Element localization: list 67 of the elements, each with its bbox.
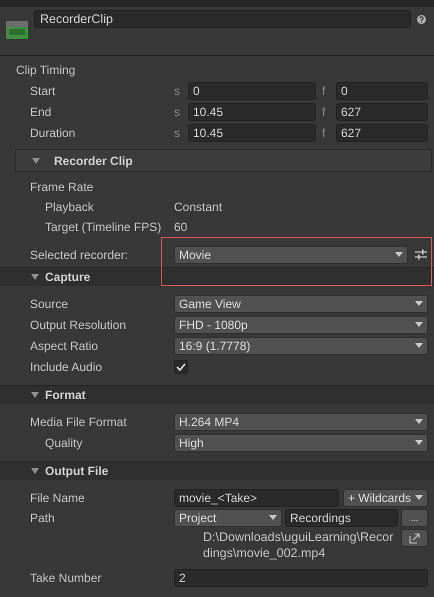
unit-label: s [174, 104, 181, 120]
field-label: Media File Format [30, 414, 128, 430]
frames-field[interactable]: 627 [336, 102, 428, 120]
dropdown-arrow-icon [415, 418, 423, 424]
unit-label: s [174, 82, 181, 100]
field-label: Aspect Ratio [30, 338, 100, 354]
dropdown[interactable]: 16:9 (1.7778) [174, 336, 428, 354]
frames-field[interactable]: 0 [336, 82, 428, 100]
field-label: Duration [30, 124, 76, 142]
dropdown[interactable]: High [174, 434, 428, 452]
field-label: Target (Timeline FPS) [44, 219, 162, 236]
field-label: Include Audio [30, 358, 104, 376]
foldout-header[interactable]: Format [0, 385, 434, 404]
unit-label: s [174, 124, 181, 142]
field-label: Output Resolution [30, 316, 128, 334]
dropdown-arrow-icon [415, 342, 423, 348]
folder-field[interactable]: Recordings [285, 509, 398, 527]
name-field[interactable]: RecorderClip [34, 10, 411, 28]
dropdown[interactable]: H.264 MP4 [174, 412, 428, 430]
header-title: Capture [45, 269, 90, 286]
external-link-icon [409, 532, 420, 544]
field-label: Quality [44, 434, 84, 452]
value-text: 60 [174, 219, 188, 236]
dropdown[interactable]: Game View [174, 294, 428, 312]
field-label: Frame Rate [30, 179, 94, 196]
field-label: End [30, 104, 52, 120]
path-root-dropdown[interactable]: Project [174, 509, 282, 527]
frames-field[interactable]: 627 [336, 124, 428, 142]
field-label: Start [30, 82, 56, 100]
field-label: File Name [30, 490, 86, 506]
seconds-field[interactable]: 10.45 [188, 102, 316, 120]
unit-label: f [322, 104, 326, 120]
resolved-path-text: D:\Downloads\uguiLearning\Recordings\movie_002.mp4 [203, 529, 394, 561]
help-icon [417, 15, 426, 24]
number-field[interactable]: 2 [174, 568, 428, 586]
unit-label: f [322, 124, 326, 142]
dropdown-arrow-icon [415, 300, 423, 306]
foldout-header[interactable]: Recorder Clip [15, 149, 432, 172]
browse-button[interactable]: ... [401, 509, 428, 527]
dropdown-arrow-icon [269, 515, 277, 521]
sliders-icon [415, 249, 427, 260]
seconds-field[interactable]: 10.45 [188, 124, 316, 142]
header-title: Output File [45, 463, 108, 480]
header-title: Recorder Clip [54, 152, 133, 170]
field-label: Playback [44, 199, 95, 216]
clip-icon [6, 19, 28, 40]
wildcards-button[interactable]: + Wildcards [342, 488, 428, 506]
filename-field[interactable]: movie_<Take> [174, 488, 339, 506]
field-label: Source [30, 296, 70, 312]
seconds-field[interactable]: 0 [188, 82, 316, 100]
section-label: Clip Timing [16, 62, 76, 78]
dropdown-arrow-icon [395, 252, 403, 258]
field-label: Take Number [30, 570, 102, 586]
value-text: Constant [174, 199, 222, 216]
recorder-dropdown[interactable]: Movie [174, 246, 408, 264]
header-title: Format [45, 387, 86, 404]
dropdown-arrow-icon [415, 440, 423, 446]
unit-label: f [322, 82, 326, 100]
checkbox[interactable] [174, 360, 188, 374]
field-label: Path [30, 510, 56, 527]
open-folder-button[interactable] [401, 529, 428, 547]
dropdown[interactable]: FHD - 1080p [174, 316, 428, 334]
foldout-header[interactable]: Capture [0, 267, 434, 286]
field-label: Selected recorder: [30, 246, 130, 264]
dropdown-arrow-icon [415, 322, 423, 328]
dropdown-arrow-icon [415, 494, 423, 500]
foldout-header[interactable]: Output File [0, 461, 434, 480]
